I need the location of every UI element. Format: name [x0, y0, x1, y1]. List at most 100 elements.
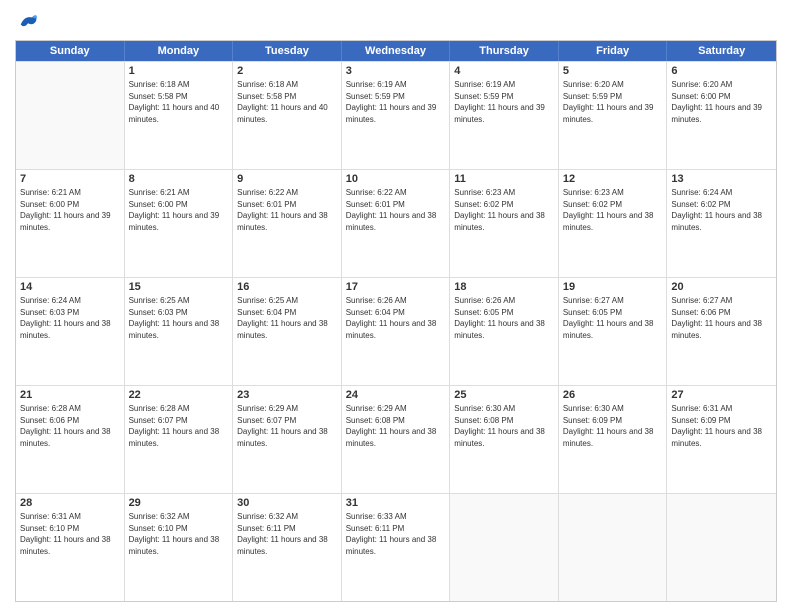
calendar-cell: 3 Sunrise: 6:19 AM Sunset: 5:59 PM Dayli…: [342, 62, 451, 169]
calendar-row: 21 Sunrise: 6:28 AM Sunset: 6:06 PM Dayl…: [16, 385, 776, 493]
weekday-header: Thursday: [450, 41, 559, 61]
day-number: 3: [346, 65, 446, 77]
calendar-cell: 31 Sunrise: 6:33 AM Sunset: 6:11 PM Dayl…: [342, 494, 451, 601]
weekday-header: Saturday: [667, 41, 776, 61]
day-number: 8: [129, 173, 229, 185]
sun-info: Sunrise: 6:32 AM Sunset: 6:10 PM Dayligh…: [129, 511, 229, 557]
calendar-header: SundayMondayTuesdayWednesdayThursdayFrid…: [16, 41, 776, 61]
calendar-cell: 27 Sunrise: 6:31 AM Sunset: 6:09 PM Dayl…: [667, 386, 776, 493]
day-number: 13: [671, 173, 772, 185]
sun-info: Sunrise: 6:26 AM Sunset: 6:05 PM Dayligh…: [454, 295, 554, 341]
day-number: 4: [454, 65, 554, 77]
day-number: 12: [563, 173, 663, 185]
sun-info: Sunrise: 6:30 AM Sunset: 6:08 PM Dayligh…: [454, 403, 554, 449]
sun-info: Sunrise: 6:23 AM Sunset: 6:02 PM Dayligh…: [454, 187, 554, 233]
day-number: 10: [346, 173, 446, 185]
day-number: 5: [563, 65, 663, 77]
weekday-header: Wednesday: [342, 41, 451, 61]
day-number: 16: [237, 281, 337, 293]
day-number: 23: [237, 389, 337, 401]
sun-info: Sunrise: 6:22 AM Sunset: 6:01 PM Dayligh…: [237, 187, 337, 233]
sun-info: Sunrise: 6:19 AM Sunset: 5:59 PM Dayligh…: [454, 79, 554, 125]
calendar-cell: 15 Sunrise: 6:25 AM Sunset: 6:03 PM Dayl…: [125, 278, 234, 385]
day-number: 11: [454, 173, 554, 185]
day-number: 19: [563, 281, 663, 293]
sun-info: Sunrise: 6:18 AM Sunset: 5:58 PM Dayligh…: [237, 79, 337, 125]
sun-info: Sunrise: 6:31 AM Sunset: 6:09 PM Dayligh…: [671, 403, 772, 449]
sun-info: Sunrise: 6:19 AM Sunset: 5:59 PM Dayligh…: [346, 79, 446, 125]
day-number: 27: [671, 389, 772, 401]
calendar-cell: 20 Sunrise: 6:27 AM Sunset: 6:06 PM Dayl…: [667, 278, 776, 385]
calendar-cell: 8 Sunrise: 6:21 AM Sunset: 6:00 PM Dayli…: [125, 170, 234, 277]
calendar-cell: 4 Sunrise: 6:19 AM Sunset: 5:59 PM Dayli…: [450, 62, 559, 169]
day-number: 17: [346, 281, 446, 293]
calendar-cell: 5 Sunrise: 6:20 AM Sunset: 5:59 PM Dayli…: [559, 62, 668, 169]
calendar-row: 1 Sunrise: 6:18 AM Sunset: 5:58 PM Dayli…: [16, 61, 776, 169]
sun-info: Sunrise: 6:29 AM Sunset: 6:08 PM Dayligh…: [346, 403, 446, 449]
weekday-header: Friday: [559, 41, 668, 61]
calendar-cell: 25 Sunrise: 6:30 AM Sunset: 6:08 PM Dayl…: [450, 386, 559, 493]
calendar-cell: 23 Sunrise: 6:29 AM Sunset: 6:07 PM Dayl…: [233, 386, 342, 493]
sun-info: Sunrise: 6:33 AM Sunset: 6:11 PM Dayligh…: [346, 511, 446, 557]
calendar-row: 7 Sunrise: 6:21 AM Sunset: 6:00 PM Dayli…: [16, 169, 776, 277]
day-number: 20: [671, 281, 772, 293]
sun-info: Sunrise: 6:25 AM Sunset: 6:04 PM Dayligh…: [237, 295, 337, 341]
calendar-cell: 26 Sunrise: 6:30 AM Sunset: 6:09 PM Dayl…: [559, 386, 668, 493]
calendar-cell: 29 Sunrise: 6:32 AM Sunset: 6:10 PM Dayl…: [125, 494, 234, 601]
day-number: 26: [563, 389, 663, 401]
day-number: 9: [237, 173, 337, 185]
sun-info: Sunrise: 6:23 AM Sunset: 6:02 PM Dayligh…: [563, 187, 663, 233]
sun-info: Sunrise: 6:20 AM Sunset: 6:00 PM Dayligh…: [671, 79, 772, 125]
sun-info: Sunrise: 6:30 AM Sunset: 6:09 PM Dayligh…: [563, 403, 663, 449]
weekday-header: Sunday: [16, 41, 125, 61]
day-number: 2: [237, 65, 337, 77]
day-number: 21: [20, 389, 120, 401]
sun-info: Sunrise: 6:24 AM Sunset: 6:03 PM Dayligh…: [20, 295, 120, 341]
sun-info: Sunrise: 6:28 AM Sunset: 6:07 PM Dayligh…: [129, 403, 229, 449]
calendar-cell: 21 Sunrise: 6:28 AM Sunset: 6:06 PM Dayl…: [16, 386, 125, 493]
calendar-cell: 19 Sunrise: 6:27 AM Sunset: 6:05 PM Dayl…: [559, 278, 668, 385]
calendar-cell: [450, 494, 559, 601]
sun-info: Sunrise: 6:26 AM Sunset: 6:04 PM Dayligh…: [346, 295, 446, 341]
calendar-cell: 22 Sunrise: 6:28 AM Sunset: 6:07 PM Dayl…: [125, 386, 234, 493]
calendar-body: 1 Sunrise: 6:18 AM Sunset: 5:58 PM Dayli…: [16, 61, 776, 601]
sun-info: Sunrise: 6:21 AM Sunset: 6:00 PM Dayligh…: [20, 187, 120, 233]
calendar: SundayMondayTuesdayWednesdayThursdayFrid…: [15, 40, 777, 602]
sun-info: Sunrise: 6:31 AM Sunset: 6:10 PM Dayligh…: [20, 511, 120, 557]
sun-info: Sunrise: 6:29 AM Sunset: 6:07 PM Dayligh…: [237, 403, 337, 449]
calendar-row: 14 Sunrise: 6:24 AM Sunset: 6:03 PM Dayl…: [16, 277, 776, 385]
calendar-cell: 28 Sunrise: 6:31 AM Sunset: 6:10 PM Dayl…: [16, 494, 125, 601]
calendar-cell: 10 Sunrise: 6:22 AM Sunset: 6:01 PM Dayl…: [342, 170, 451, 277]
calendar-cell: 11 Sunrise: 6:23 AM Sunset: 6:02 PM Dayl…: [450, 170, 559, 277]
day-number: 18: [454, 281, 554, 293]
sun-info: Sunrise: 6:27 AM Sunset: 6:06 PM Dayligh…: [671, 295, 772, 341]
sun-info: Sunrise: 6:24 AM Sunset: 6:02 PM Dayligh…: [671, 187, 772, 233]
logo: [15, 10, 39, 32]
calendar-cell: [559, 494, 668, 601]
calendar-cell: [16, 62, 125, 169]
weekday-header: Tuesday: [233, 41, 342, 61]
day-number: 15: [129, 281, 229, 293]
calendar-cell: 6 Sunrise: 6:20 AM Sunset: 6:00 PM Dayli…: [667, 62, 776, 169]
sun-info: Sunrise: 6:27 AM Sunset: 6:05 PM Dayligh…: [563, 295, 663, 341]
sun-info: Sunrise: 6:25 AM Sunset: 6:03 PM Dayligh…: [129, 295, 229, 341]
calendar-cell: 1 Sunrise: 6:18 AM Sunset: 5:58 PM Dayli…: [125, 62, 234, 169]
page: SundayMondayTuesdayWednesdayThursdayFrid…: [0, 0, 792, 612]
header: [15, 10, 777, 32]
day-number: 31: [346, 497, 446, 509]
sun-info: Sunrise: 6:22 AM Sunset: 6:01 PM Dayligh…: [346, 187, 446, 233]
day-number: 29: [129, 497, 229, 509]
calendar-cell: 16 Sunrise: 6:25 AM Sunset: 6:04 PM Dayl…: [233, 278, 342, 385]
day-number: 28: [20, 497, 120, 509]
day-number: 30: [237, 497, 337, 509]
calendar-cell: 14 Sunrise: 6:24 AM Sunset: 6:03 PM Dayl…: [16, 278, 125, 385]
calendar-cell: 18 Sunrise: 6:26 AM Sunset: 6:05 PM Dayl…: [450, 278, 559, 385]
calendar-cell: [667, 494, 776, 601]
sun-info: Sunrise: 6:32 AM Sunset: 6:11 PM Dayligh…: [237, 511, 337, 557]
calendar-cell: 30 Sunrise: 6:32 AM Sunset: 6:11 PM Dayl…: [233, 494, 342, 601]
calendar-cell: 13 Sunrise: 6:24 AM Sunset: 6:02 PM Dayl…: [667, 170, 776, 277]
calendar-cell: 9 Sunrise: 6:22 AM Sunset: 6:01 PM Dayli…: [233, 170, 342, 277]
sun-info: Sunrise: 6:21 AM Sunset: 6:00 PM Dayligh…: [129, 187, 229, 233]
day-number: 6: [671, 65, 772, 77]
calendar-cell: 12 Sunrise: 6:23 AM Sunset: 6:02 PM Dayl…: [559, 170, 668, 277]
